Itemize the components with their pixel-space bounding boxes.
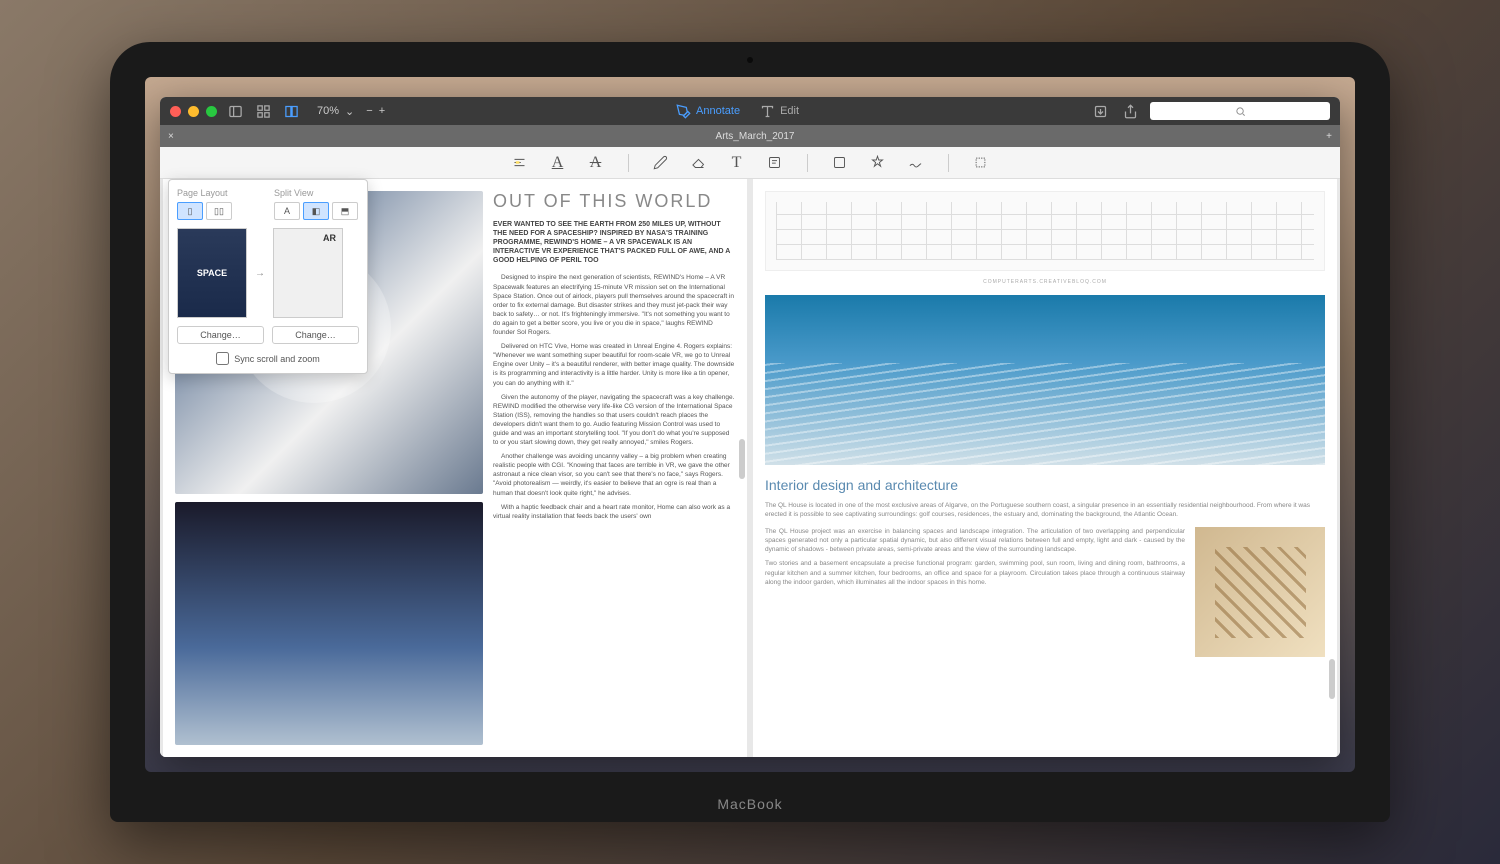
split-vertical-button[interactable]: ⬒ — [332, 202, 358, 220]
note-icon[interactable] — [765, 153, 785, 173]
article-title: OUT OF THIS WORLD — [493, 191, 735, 212]
annotation-toolbar: A A T Page Layout — [160, 147, 1340, 179]
single-page-button[interactable]: ▯ — [177, 202, 203, 220]
desktop-screen: 70% ⌄ − + Annotate Edit — [145, 77, 1355, 772]
article-column: The QL House project was an exercise in … — [765, 527, 1185, 657]
architecture-photo — [765, 295, 1325, 465]
right-scrollbar[interactable] — [1329, 659, 1335, 699]
annotate-mode-button[interactable]: Annotate — [676, 104, 740, 119]
traffic-lights — [170, 106, 217, 117]
underline-icon[interactable]: A — [548, 153, 568, 173]
page-layout-label: Page Layout — [177, 188, 262, 198]
import-icon[interactable] — [1090, 101, 1110, 121]
iss-earth-image — [175, 502, 483, 745]
app-window: 70% ⌄ − + Annotate Edit — [160, 97, 1340, 757]
document-title: Arts_March_2017 — [184, 131, 1326, 142]
split-horizontal-button[interactable]: ◧ — [303, 202, 329, 220]
right-pane-thumbnail[interactable]: AR — [273, 228, 343, 318]
right-pane[interactable]: COMPUTERARTS.CREATIVEBLOQ.COM Interior d… — [753, 179, 1337, 757]
left-scrollbar[interactable] — [739, 439, 745, 479]
eraser-icon[interactable] — [689, 153, 709, 173]
tab-close-button[interactable]: × — [168, 131, 174, 142]
split-view-label: Split View — [274, 188, 359, 198]
strikethrough-icon[interactable]: A — [586, 153, 606, 173]
tabbar: × Arts_March_2017 + — [160, 125, 1340, 147]
page-caption: COMPUTERARTS.CREATIVEBLOQ.COM — [765, 279, 1325, 285]
zoom-control: 70% ⌄ − + — [317, 105, 385, 118]
minimize-window-button[interactable] — [188, 106, 199, 117]
article-lead: EVER WANTED TO SEE THE EARTH FROM 250 MI… — [493, 220, 735, 265]
camera-dot — [747, 57, 753, 63]
view-options-dropdown: Page Layout ▯ ▯▯ Split View A ◧ ⬒ — [168, 179, 368, 374]
change-right-button[interactable]: Change… — [272, 326, 359, 344]
shape-icon[interactable] — [830, 153, 850, 173]
sidebar-toggle-icon[interactable] — [225, 101, 245, 121]
share-icon[interactable] — [1120, 101, 1140, 121]
search-input[interactable] — [1150, 102, 1330, 120]
select-icon[interactable] — [971, 153, 991, 173]
fullscreen-window-button[interactable] — [206, 106, 217, 117]
close-window-button[interactable] — [170, 106, 181, 117]
two-page-button[interactable]: ▯▯ — [206, 202, 232, 220]
staircase-image — [1195, 527, 1325, 657]
change-left-button[interactable]: Change… — [177, 326, 264, 344]
text-icon[interactable]: T — [727, 153, 747, 173]
stamp-icon[interactable] — [868, 153, 888, 173]
zoom-out-button[interactable]: − — [366, 105, 372, 117]
sync-label: Sync scroll and zoom — [234, 354, 320, 364]
highlight-text-icon[interactable] — [510, 153, 530, 173]
article-intro: The QL House is located in one of the mo… — [765, 501, 1325, 519]
swap-panes-icon[interactable]: → — [255, 268, 265, 279]
laptop-frame: 70% ⌄ − + Annotate Edit — [110, 42, 1390, 822]
split-view-icon[interactable] — [281, 101, 301, 121]
split-none-button[interactable]: A — [274, 202, 300, 220]
titlebar: 70% ⌄ − + Annotate Edit — [160, 97, 1340, 125]
article-heading: Interior design and architecture — [765, 477, 1325, 493]
zoom-dropdown-icon[interactable]: ⌄ — [345, 105, 354, 118]
edit-mode-button[interactable]: Edit — [760, 104, 799, 119]
tab-add-button[interactable]: + — [1326, 131, 1332, 142]
article-body: Designed to inspire the next generation … — [493, 273, 735, 525]
signature-icon[interactable] — [906, 153, 926, 173]
pencil-icon[interactable] — [651, 153, 671, 173]
architecture-elevation-image — [765, 191, 1325, 271]
left-pane-thumbnail[interactable]: SPACE — [177, 228, 247, 318]
sync-checkbox[interactable] — [216, 352, 229, 365]
zoom-in-button[interactable]: + — [379, 105, 385, 117]
zoom-level[interactable]: 70% — [317, 105, 339, 117]
grid-view-icon[interactable] — [253, 101, 273, 121]
